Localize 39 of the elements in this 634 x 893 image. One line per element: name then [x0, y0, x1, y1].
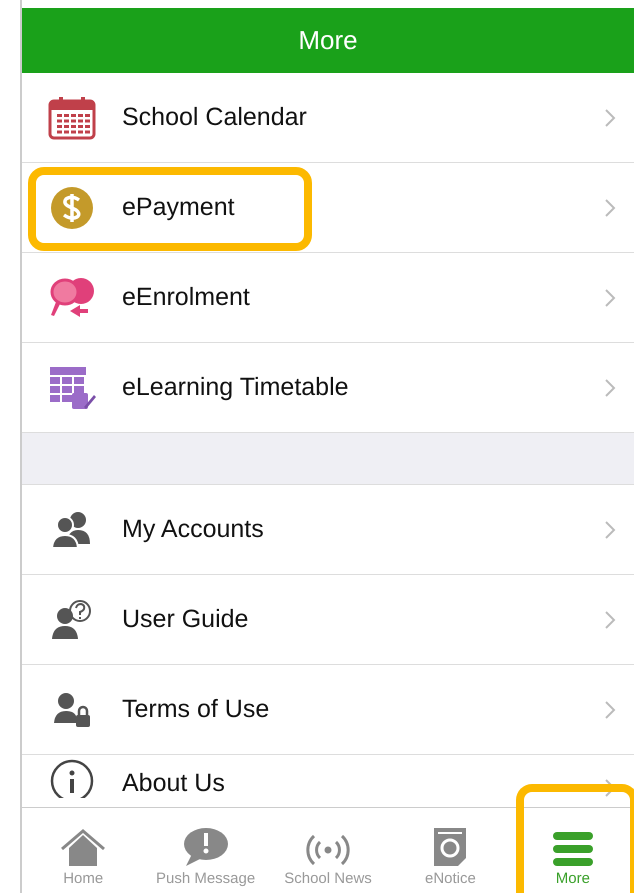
chevron-right-icon — [604, 520, 616, 540]
menu-item[interactable]: Terms of Use — [22, 665, 634, 755]
user-question-icon — [50, 598, 94, 640]
menu-item-label: My Accounts — [122, 515, 265, 544]
menu-icon — [550, 830, 595, 868]
menu-item-label: School Calendar — [122, 103, 308, 132]
menu-item-label: eEnrolment — [122, 283, 251, 312]
menu-item-label: eLearning Timetable — [122, 373, 350, 402]
chevron-right-icon — [604, 288, 616, 308]
info-icon — [49, 758, 95, 798]
menu-item-label: User Guide — [122, 605, 250, 634]
menu-item[interactable]: User Guide — [22, 575, 634, 665]
broadcast-icon — [304, 832, 352, 868]
menu-item[interactable]: About Us — [22, 755, 634, 800]
chevron-right-icon — [604, 108, 616, 128]
menu-item[interactable]: My Accounts — [22, 485, 634, 575]
chevron-right-icon — [604, 610, 616, 630]
document-icon — [432, 826, 468, 868]
menu-item[interactable]: School Calendar — [22, 73, 634, 163]
speech-bubble-icon — [182, 826, 230, 868]
screen-title: More — [298, 25, 358, 56]
dollar-coin-icon — [50, 186, 94, 230]
timetable-icon — [48, 364, 96, 410]
chevron-right-icon — [604, 378, 616, 398]
menu-item-label: Terms of Use — [122, 695, 270, 724]
menu-item-label: About Us — [122, 769, 226, 798]
home-icon — [59, 828, 108, 868]
tab-label: School News — [284, 870, 372, 887]
calendar-icon — [48, 96, 96, 140]
chevron-right-icon — [604, 198, 616, 218]
chevron-right-icon — [604, 700, 616, 720]
menu-item-label: ePayment — [122, 193, 236, 222]
user-lock-icon — [52, 690, 92, 728]
tab-label: Home — [63, 870, 104, 887]
menu-item[interactable]: eEnrolment — [22, 253, 634, 343]
tab-label: Push Message — [156, 870, 256, 887]
tab-label: eNotice — [424, 870, 476, 887]
tab-label: More — [556, 870, 590, 887]
menu-item[interactable]: ePayment — [22, 163, 634, 253]
